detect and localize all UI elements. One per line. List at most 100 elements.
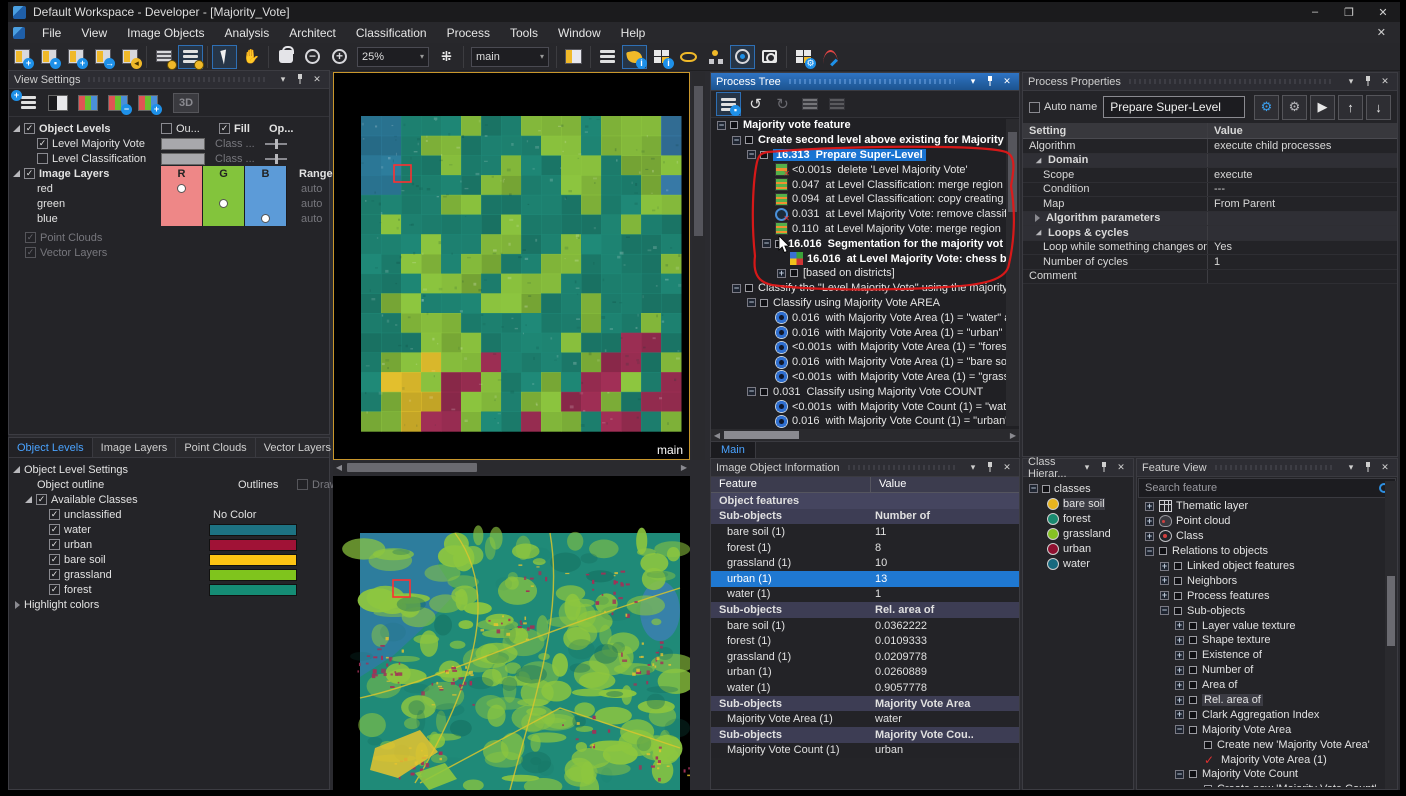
expander-icon[interactable]: + (1175, 621, 1184, 630)
feature-row[interactable]: bare soil (1)11 (711, 524, 1019, 540)
process-row[interactable]: −16.313Prepare Super-Level (711, 148, 1019, 163)
close-icon[interactable]: ✕ (1378, 462, 1392, 473)
process-row[interactable]: −Classify the "Level Majority Vote" usin… (711, 281, 1019, 296)
feature-view-row[interactable]: +Area of (1137, 678, 1397, 693)
zoom-in-icon[interactable]: + (327, 45, 352, 69)
map-view-detail[interactable] (333, 476, 690, 790)
add-channel-icon[interactable]: + (135, 92, 161, 114)
class-row[interactable]: ✓water (9, 522, 329, 537)
expander-icon[interactable]: − (1175, 770, 1184, 779)
image-layer-row[interactable]: blueauto (9, 211, 329, 226)
zoom-level-combo[interactable]: 25%▾ (357, 47, 429, 67)
expander-icon[interactable]: − (732, 136, 741, 145)
expander-icon[interactable]: + (1145, 532, 1154, 541)
process-row[interactable]: 0.110at Level Majority Vote: merge regio… (711, 222, 1019, 237)
redo-icon[interactable]: ↻ (770, 92, 795, 116)
algorithm-settings-button[interactable]: ⚙ (1254, 95, 1279, 120)
image-layers-row[interactable]: ✓ Image Layers R G B Range (9, 166, 329, 181)
process-row[interactable]: −Create second level above existing for … (711, 133, 1019, 148)
class-checkbox[interactable]: ✓ (49, 524, 60, 535)
object-level-settings-row[interactable]: Object Level Settings (9, 462, 329, 477)
cursor-tool-icon[interactable] (212, 45, 237, 69)
property-row[interactable]: Scopeexecute (1023, 168, 1397, 183)
feature-row[interactable]: water (1)1 (711, 587, 1019, 603)
menu-process[interactable]: Process (437, 26, 500, 40)
expander-icon[interactable]: − (762, 239, 771, 248)
channel-cell-R[interactable] (161, 211, 203, 226)
close-icon[interactable]: ✕ (1114, 462, 1128, 473)
process-row[interactable]: 0.016with Majority Vote Area (1) = "bare… (711, 355, 1019, 370)
object-levels-row[interactable]: ✓ Object Levels Ou... ✓Fill Op... (9, 121, 329, 136)
feature-row[interactable]: urban (1)13 (711, 571, 1019, 587)
expander-icon[interactable]: − (747, 387, 756, 396)
close-icon[interactable]: ✕ (1000, 76, 1014, 87)
view-node-link-icon[interactable] (703, 45, 728, 69)
opacity-slider[interactable] (265, 154, 287, 164)
pin-icon[interactable] (1361, 462, 1375, 474)
feature-view-row[interactable]: +Process features (1137, 588, 1397, 603)
chevron-down-icon[interactable]: ▾ (1344, 462, 1358, 473)
property-row[interactable]: Number of cycles1 (1023, 255, 1397, 270)
process-row[interactable]: −Majority vote feature (711, 118, 1019, 133)
property-row[interactable]: Condition--- (1023, 183, 1397, 198)
new-project-icon[interactable]: + (9, 45, 34, 69)
curve-pen-icon[interactable] (818, 45, 843, 69)
process-row[interactable]: 0.016with Majority Vote Count (1) = "urb… (711, 414, 1019, 429)
expander-icon[interactable]: − (717, 121, 726, 130)
tab-point-clouds[interactable]: Point Clouds (176, 438, 255, 457)
feature-row[interactable]: water (1)0.9057778 (711, 680, 1019, 696)
feature-row[interactable]: Majority Vote Count (1)urban (711, 743, 1019, 759)
search-feature-input[interactable]: Search feature (1138, 478, 1396, 498)
tab-object-levels[interactable]: Object Levels (9, 438, 93, 457)
stack-icon[interactable] (797, 92, 822, 116)
feature-view-row[interactable]: +Thematic layer (1137, 499, 1397, 514)
image-layer-row[interactable]: greenauto (9, 196, 329, 211)
class-hierarchy-row[interactable]: forest (1023, 511, 1133, 526)
vertical-scrollbar[interactable] (692, 72, 705, 460)
property-row[interactable]: MapFrom Parent (1023, 197, 1397, 212)
level-row[interactable]: Level Classification Class ... (9, 151, 329, 166)
menu-view[interactable]: View (71, 26, 117, 40)
feature-view-row[interactable]: +Clark Aggregation Index (1137, 707, 1397, 722)
expander-icon[interactable]: − (747, 298, 756, 307)
feature-view-row[interactable]: +Linked object features (1137, 559, 1397, 574)
layers-history-icon[interactable] (151, 45, 176, 69)
menu-window[interactable]: Window (548, 26, 611, 40)
class-checkbox[interactable]: ✓ (49, 539, 60, 550)
tab-vector-layers[interactable]: Vector Layers (256, 438, 340, 457)
save-project-icon[interactable]: ▪ (36, 45, 61, 69)
property-row[interactable]: Comment (1023, 270, 1397, 285)
class-checkbox[interactable]: ✓ (49, 569, 60, 580)
rgb-view-icon[interactable] (75, 92, 101, 114)
feature-row[interactable]: forest (1)8 (711, 540, 1019, 556)
view-paint-info-icon[interactable]: i (622, 45, 647, 69)
expander-icon[interactable]: + (1175, 666, 1184, 675)
class-hierarchy-row[interactable]: grassland (1023, 526, 1133, 541)
auto-name-checkbox[interactable] (1029, 102, 1040, 113)
channel-cell-G[interactable] (203, 211, 245, 226)
process-row[interactable]: 0.016with Majority Vote Area (1) = "wate… (711, 310, 1019, 325)
tab-image-layers[interactable]: Image Layers (93, 438, 177, 457)
expander-icon[interactable]: + (1160, 562, 1169, 571)
add-layer-icon[interactable]: + (63, 45, 88, 69)
expander-icon[interactable]: − (1175, 725, 1184, 734)
pin-icon[interactable] (983, 76, 997, 88)
menu-architect[interactable]: Architect (279, 26, 346, 40)
class-hierarchy-row[interactable]: bare soil (1023, 496, 1133, 511)
pin-icon[interactable] (1361, 76, 1375, 88)
process-tree-vscroll[interactable] (1006, 119, 1019, 426)
class-hierarchy-row[interactable]: urban (1023, 541, 1133, 556)
pin-icon[interactable] (293, 74, 307, 86)
feature-row[interactable]: Sub-objectsNumber of (711, 509, 1019, 525)
execute-button[interactable]: ▶ (1310, 95, 1335, 120)
feature-row[interactable]: urban (1)0.0260889 (711, 665, 1019, 681)
expander-icon[interactable]: + (1145, 517, 1154, 526)
process-row[interactable]: −16.016Segmentation for the majority vot (711, 236, 1019, 251)
property-row[interactable]: Loop while something changes onlyYes (1023, 241, 1397, 256)
expander-icon[interactable]: − (747, 150, 756, 159)
expander-icon[interactable]: + (1160, 591, 1169, 600)
feature-row[interactable]: Object features (711, 493, 1019, 509)
chevron-down-icon[interactable]: ▾ (966, 462, 980, 473)
process-row[interactable]: <0.001swith Majority Vote Count (1) = "w… (711, 399, 1019, 414)
channel-cell-B[interactable] (245, 211, 287, 226)
